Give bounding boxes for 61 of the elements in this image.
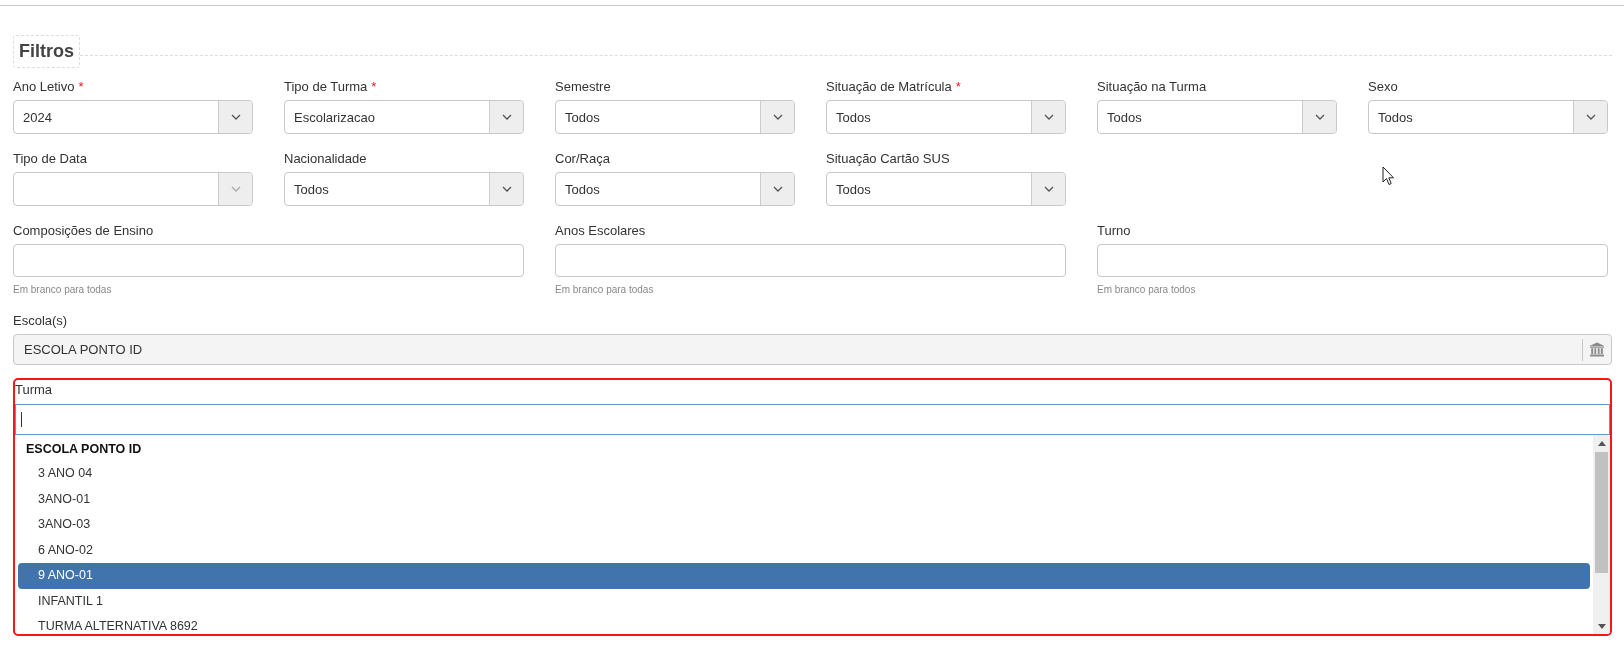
field-label: Sexo: [1368, 79, 1398, 95]
filters-heading: Filtros: [13, 35, 80, 68]
dropdown-option[interactable]: 3ANO-01: [18, 486, 1590, 512]
scrollbar[interactable]: [1593, 435, 1610, 634]
input-field[interactable]: [13, 244, 524, 277]
field-label: Situação Cartão SUS: [826, 151, 950, 167]
field-label: Tipo de Turma: [284, 79, 368, 95]
chevron-down-icon: [1314, 114, 1325, 120]
select-field[interactable]: Todos: [555, 100, 795, 134]
select-field[interactable]: Todos: [1097, 100, 1337, 134]
search-field[interactable]: [15, 404, 1610, 435]
chevron-down-icon: [1043, 186, 1054, 192]
required-asterisk: *: [78, 79, 84, 95]
text-cursor: [21, 412, 22, 427]
chevron-down-icon: [230, 114, 241, 120]
dropdown-option[interactable]: 3ANO-03: [18, 512, 1590, 538]
field-label: Escola(s): [13, 313, 69, 329]
dropdown-option[interactable]: INFANTIL 1: [18, 588, 1590, 614]
scroll-up-icon[interactable]: [1597, 441, 1606, 446]
chevron-down-icon: [501, 186, 512, 192]
required-asterisk: *: [955, 79, 961, 95]
option-group-label: ESCOLA PONTO ID: [25, 441, 143, 458]
field-label: Composições de Ensino: [13, 223, 154, 239]
school-field[interactable]: ESCOLA PONTO ID: [13, 334, 1612, 365]
select-field[interactable]: Escolarizacao: [284, 100, 524, 134]
chevron-down-icon: [1043, 114, 1054, 120]
field-label: Cor/Raça: [555, 151, 610, 167]
dropdown-option[interactable]: TURMA ALTERNATIVA 8692: [18, 614, 1590, 634]
field-label: Ano Letivo: [13, 79, 75, 95]
field-label: Anos Escolares: [555, 223, 646, 239]
hint-text: Em branco para todas: [13, 284, 113, 296]
chevron-down-icon: [501, 114, 512, 120]
hint-text: Em branco para todas: [555, 284, 655, 296]
field-label: Semestre: [555, 79, 611, 95]
field-label: Situação de Matrícula: [826, 79, 952, 95]
select-field[interactable]: Todos: [826, 172, 1066, 206]
field-label: Tipo de Data: [13, 151, 87, 167]
dropdown-option[interactable]: 6 ANO-02: [18, 537, 1590, 563]
dropdown-option[interactable]: 9 ANO-01: [18, 563, 1590, 589]
mouse-pointer-icon: [1382, 166, 1395, 186]
select-field[interactable]: Todos: [555, 172, 795, 206]
scrollbar-thumb[interactable]: [1595, 452, 1608, 573]
chevron-down-icon: [230, 186, 241, 192]
hint-text: Em branco para todos: [1097, 284, 1197, 296]
select-field[interactable]: Todos: [1368, 100, 1608, 134]
select-field[interactable]: Todos: [826, 100, 1066, 134]
required-asterisk: *: [371, 79, 377, 95]
input-field[interactable]: [1097, 244, 1608, 277]
select-field[interactable]: 2024: [13, 100, 253, 134]
select-field[interactable]: Todos: [284, 172, 524, 206]
dropdown-option[interactable]: 3 ANO 04: [18, 461, 1590, 487]
chevron-down-icon: [772, 114, 783, 120]
field-label: Turma: [15, 381, 54, 399]
chevron-down-icon: [772, 186, 783, 192]
scroll-down-icon[interactable]: [1597, 624, 1606, 629]
input-field[interactable]: [555, 244, 1066, 277]
building-icon[interactable]: [1589, 342, 1605, 357]
field-label: Turno: [1097, 223, 1131, 239]
field-label: Nacionalidade: [284, 151, 367, 167]
chevron-down-icon: [1585, 114, 1596, 120]
field-label: Situação na Turma: [1097, 79, 1207, 95]
